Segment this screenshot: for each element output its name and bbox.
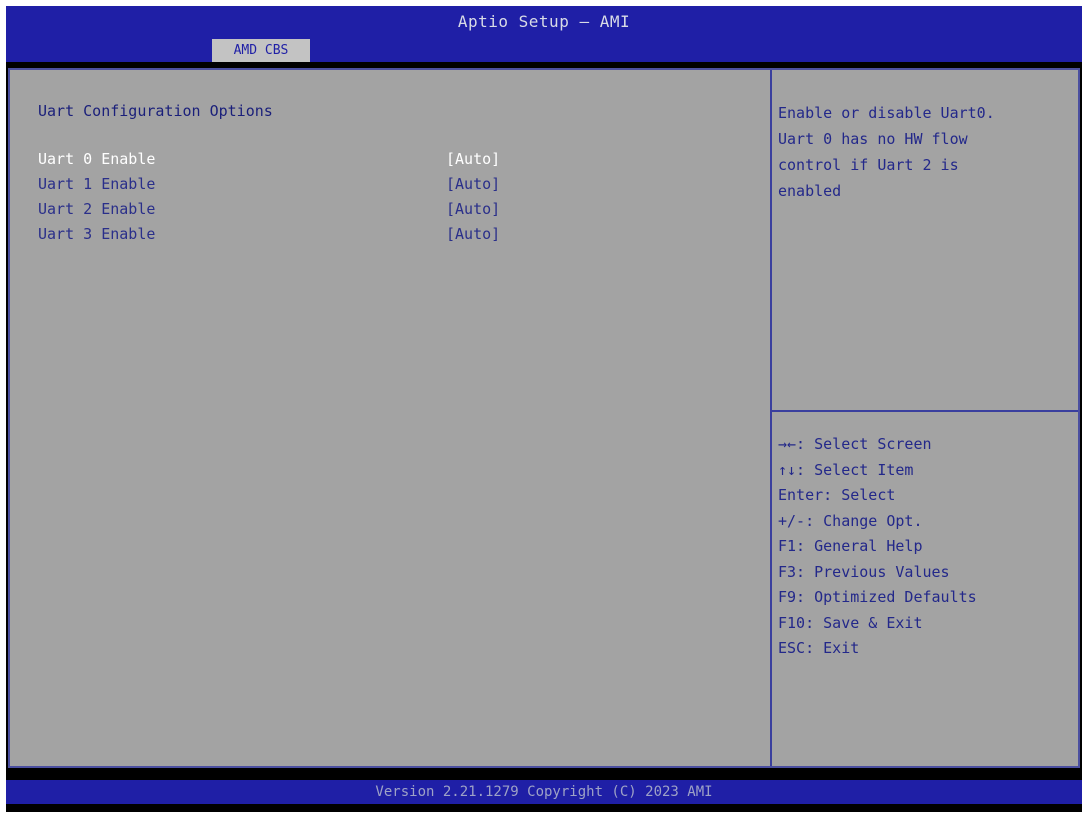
option-uart2-enable[interactable]: Uart 2 Enable [Auto] — [38, 200, 518, 224]
version-footer: Version 2.21.1279 Copyright (C) 2023 AMI — [6, 780, 1082, 804]
option-label: Uart 3 Enable — [38, 225, 156, 243]
option-uart3-enable[interactable]: Uart 3 Enable [Auto] — [38, 225, 518, 249]
key-hint-select-item: ↑↓: Select Item — [778, 460, 914, 479]
key-hint-select-screen: →←: Select Screen — [778, 435, 932, 453]
key-hint-save-exit: F10: Save & Exit — [778, 613, 923, 632]
bios-screen: Aptio Setup – AMI AMD CBS Uart Configura… — [6, 6, 1082, 812]
help-line: control if Uart 2 is — [778, 156, 959, 174]
app-title: Aptio Setup – AMI — [457, 12, 631, 31]
option-label: Uart 2 Enable — [38, 200, 156, 218]
option-value[interactable]: [Auto] — [446, 175, 500, 193]
key-hint-esc-exit: ESC: Exit — [778, 639, 860, 657]
tab-amd-cbs[interactable]: AMD CBS — [212, 39, 310, 62]
help-line: Enable or disable Uart0. — [778, 104, 995, 122]
key-legend: →←: Select Screen ↑↓: Select Item Enter:… — [778, 432, 977, 662]
key-hint-optimized-defaults: F9: Optimized Defaults — [778, 588, 977, 606]
option-value[interactable]: [Auto] — [446, 225, 500, 243]
option-label: Uart 0 Enable — [38, 150, 156, 168]
title-bar: Aptio Setup – AMI AMD CBS — [6, 6, 1082, 62]
option-label: Uart 1 Enable — [38, 175, 156, 193]
help-text: Enable or disable Uart0. Uart 0 has no H… — [778, 100, 1074, 204]
section-title: Uart Configuration Options — [38, 102, 273, 120]
option-value[interactable]: [Auto] — [446, 150, 500, 168]
help-line: Uart 0 has no HW flow — [778, 130, 968, 148]
key-hint-change-opt: +/-: Change Opt. — [778, 511, 923, 530]
key-hint-enter: Enter: Select — [778, 486, 896, 504]
key-hint-previous-values: F3: Previous Values — [778, 562, 950, 581]
options-pane: Uart Configuration Options Uart 0 Enable… — [10, 70, 770, 766]
help-divider — [772, 410, 1078, 412]
option-value[interactable]: [Auto] — [446, 200, 500, 218]
key-hint-general-help: F1: General Help — [778, 537, 923, 555]
option-uart1-enable[interactable]: Uart 1 Enable [Auto] — [38, 175, 518, 199]
help-pane: Enable or disable Uart0. Uart 0 has no H… — [772, 70, 1078, 766]
option-uart0-enable[interactable]: Uart 0 Enable [Auto] — [38, 150, 518, 174]
help-line: enabled — [778, 182, 842, 200]
setup-panel: Uart Configuration Options Uart 0 Enable… — [8, 68, 1080, 768]
